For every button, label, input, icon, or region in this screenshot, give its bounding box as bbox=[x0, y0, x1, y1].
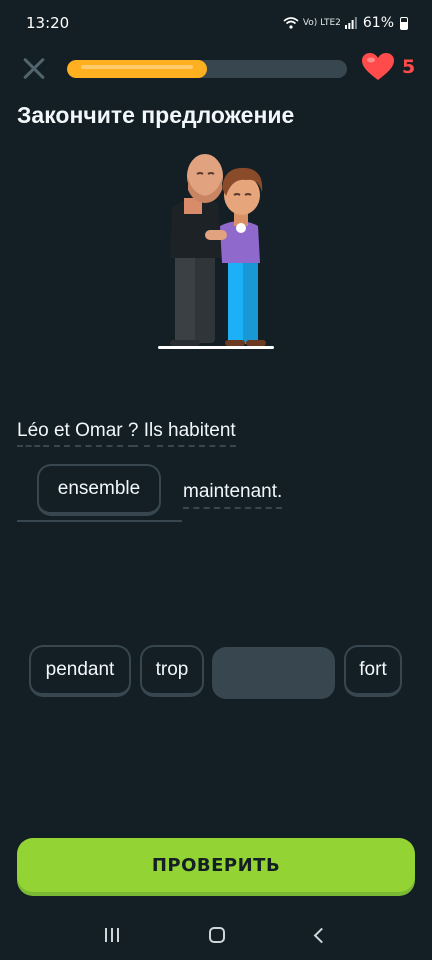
sentence-tail[interactable]: maintenant. bbox=[183, 481, 283, 509]
signal-icons: Vo) LTE2 bbox=[283, 17, 357, 29]
sentence-word[interactable]: habitent bbox=[168, 420, 236, 447]
battery-icon bbox=[400, 16, 408, 30]
progress-fill bbox=[67, 60, 207, 78]
page-title: Закончите предложение bbox=[17, 102, 295, 128]
battery-percent: 61% bbox=[362, 15, 394, 31]
status-time: 13:20 bbox=[26, 14, 70, 32]
system-nav-bar bbox=[0, 910, 432, 960]
sentence-prompt: Léo et Omar ? Ils habitent bbox=[17, 420, 236, 447]
answer-blank[interactable]: ensemble bbox=[17, 462, 182, 522]
word-chip-pendant[interactable]: pendant bbox=[29, 645, 131, 697]
heart-icon bbox=[362, 53, 394, 80]
close-icon[interactable] bbox=[18, 53, 50, 85]
sentence-word[interactable]: Léo bbox=[17, 420, 49, 447]
sentence-word: ? bbox=[127, 420, 139, 447]
lesson-header: 5 bbox=[0, 48, 432, 90]
word-chip-trop[interactable]: trop bbox=[140, 645, 204, 697]
network-label: Vo) LTE2 bbox=[302, 18, 341, 28]
selected-word-chip[interactable]: ensemble bbox=[37, 464, 161, 516]
cell-signal-icon bbox=[344, 17, 357, 29]
status-bar: 13:20 Vo) LTE2 61% bbox=[0, 0, 432, 46]
check-button[interactable]: ПРОВЕРИТЬ bbox=[17, 838, 415, 892]
sentence-word[interactable]: et bbox=[53, 420, 70, 447]
word-chip-fort[interactable]: fort bbox=[344, 645, 402, 697]
hearts-counter[interactable]: 5 bbox=[362, 53, 415, 81]
back-icon[interactable] bbox=[313, 927, 330, 943]
empty-word-slot bbox=[212, 647, 335, 699]
sentence-word[interactable]: Ils bbox=[143, 420, 163, 447]
sentence-word[interactable]: Omar bbox=[75, 420, 123, 447]
recent-apps-icon[interactable] bbox=[105, 928, 120, 942]
word-bank: pendant trop fort bbox=[29, 645, 409, 701]
status-indicators: Vo) LTE2 61% bbox=[283, 15, 408, 31]
lesson-progress-bar bbox=[67, 60, 347, 78]
wifi-icon bbox=[283, 17, 299, 29]
home-icon[interactable] bbox=[209, 927, 226, 943]
hearts-count: 5 bbox=[402, 56, 416, 78]
character-illustration bbox=[158, 154, 274, 349]
